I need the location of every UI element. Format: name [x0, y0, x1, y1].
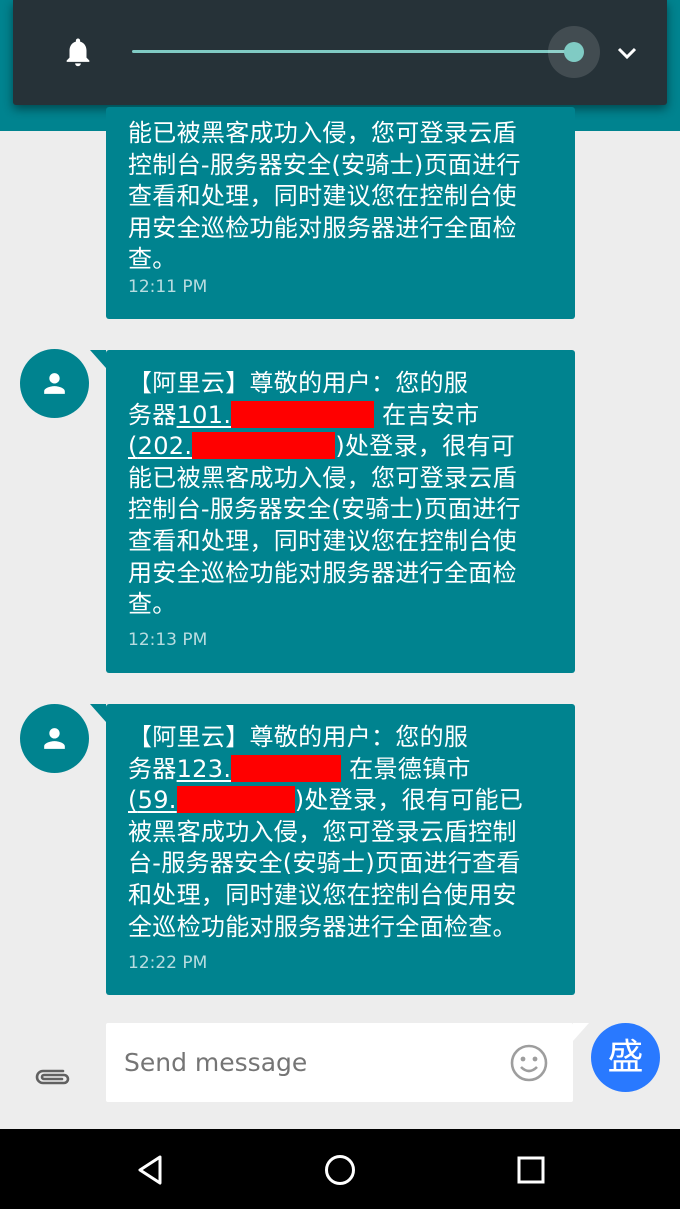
message-line: 用安全巡检功能对服务器进行全面检 — [128, 213, 517, 242]
self-avatar[interactable]: 盛 — [591, 1023, 660, 1092]
bell-icon[interactable] — [61, 34, 95, 70]
message-input[interactable] — [124, 1023, 484, 1102]
back-icon[interactable] — [134, 1153, 166, 1187]
recents-icon[interactable] — [516, 1153, 546, 1187]
message-fragment: 在吉安市 — [374, 400, 480, 429]
message-line: 【阿里云】尊敬的用户：您的服 — [128, 369, 469, 397]
person-icon — [44, 373, 65, 394]
ip-address-link[interactable]: (202. — [128, 432, 336, 460]
message-text: 能已被黑客成功入侵，您可登录云盾 控制台-服务器安全(安骑士)页面进行 查看和处… — [128, 118, 558, 276]
bubble-tail — [90, 704, 106, 722]
message-fragment: )处登录，很有可能已 — [294, 786, 524, 815]
message-fragment: 务器 — [128, 754, 177, 783]
volume-panel — [13, 0, 667, 105]
message-line: 全巡检功能对服务器进行全面检查。 — [128, 912, 517, 941]
navigation-bar — [0, 1129, 680, 1209]
message-line: 控制台-服务器安全(安骑士)页面进行 — [128, 495, 521, 524]
message-bubble[interactable]: 能已被黑客成功入侵，您可登录云盾 控制台-服务器安全(安骑士)页面进行 查看和处… — [106, 107, 575, 319]
smiley-icon[interactable] — [509, 1043, 549, 1083]
volume-slider-thumb[interactable] — [564, 42, 584, 62]
message-line: 能已被黑客成功入侵，您可登录云盾 — [128, 463, 517, 492]
message-line: 控制台-服务器安全(安骑士)页面进行 — [128, 150, 521, 179]
redaction-box — [192, 432, 336, 460]
message-line: 台-服务器安全(安骑士)页面进行查看 — [128, 849, 521, 878]
ip-address-link[interactable]: 123. — [177, 754, 342, 783]
sender-avatar[interactable] — [20, 704, 89, 773]
ip-address-link[interactable]: (59. — [128, 786, 295, 814]
message-line: 查。 — [128, 245, 177, 274]
bubble-tail — [90, 350, 106, 368]
message-line: 查。 — [128, 590, 177, 619]
message-bubble[interactable]: 【阿里云】尊敬的用户：您的服 务器123. 在景德镇市 (59.)处登录，很有可… — [106, 704, 575, 995]
message-bubble[interactable]: 【阿里云】尊敬的用户：您的服 务器101. 在吉安市 (202.)处登录，很有可… — [106, 350, 575, 673]
message-input-box[interactable] — [106, 1023, 573, 1102]
message-timestamp: 12:11 PM — [128, 277, 208, 297]
input-tail — [573, 1023, 589, 1041]
paperclip-icon[interactable] — [33, 1065, 73, 1089]
ip-address-link[interactable]: 101. — [177, 400, 375, 429]
message-line: 被黑客成功入侵，您可登录云盾控制 — [128, 817, 517, 846]
message-fragment: 务器 — [128, 400, 177, 429]
home-icon[interactable] — [323, 1153, 357, 1187]
message-text: 【阿里云】尊敬的用户：您的服 务器101. 在吉安市 (202.)处登录，很有可… — [128, 368, 558, 621]
message-line: 和处理，同时建议您在控制台使用安 — [128, 880, 517, 909]
redaction-box — [176, 786, 295, 814]
person-icon — [44, 728, 65, 749]
volume-slider-track[interactable] — [132, 50, 575, 53]
sender-avatar[interactable] — [20, 349, 89, 418]
message-fragment: )处登录，很有可 — [335, 432, 516, 461]
redaction-box — [231, 400, 375, 428]
message-line: 用安全巡检功能对服务器进行全面检 — [128, 558, 517, 587]
message-fragment: 在景德镇市 — [341, 754, 471, 783]
message-line: 【阿里云】尊敬的用户：您的服 — [128, 723, 469, 751]
message-line: 能已被黑客成功入侵，您可登录云盾 — [128, 119, 517, 147]
message-line: 查看和处理，同时建议您在控制台使 — [128, 182, 517, 211]
message-timestamp: 12:13 PM — [128, 630, 208, 650]
message-composer — [0, 1017, 680, 1129]
chevron-down-icon[interactable] — [615, 43, 639, 63]
message-line: 查看和处理，同时建议您在控制台使 — [128, 526, 517, 555]
message-timestamp: 12:22 PM — [128, 953, 208, 973]
redaction-box — [231, 754, 342, 782]
message-text: 【阿里云】尊敬的用户：您的服 务器123. 在景德镇市 (59.)处登录，很有可… — [128, 722, 558, 943]
